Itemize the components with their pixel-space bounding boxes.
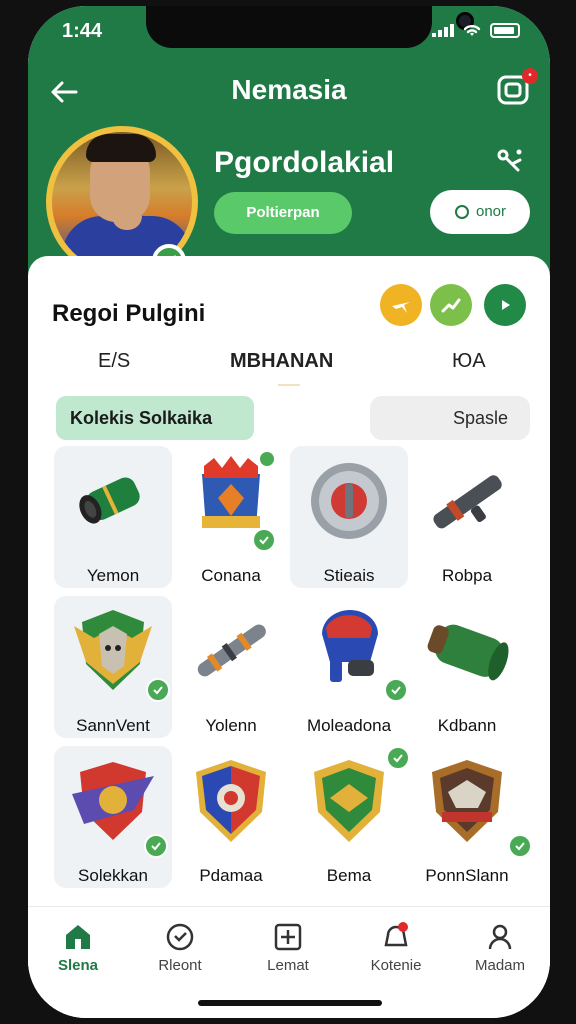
item-label: Moleadona [306, 716, 392, 735]
share-icon[interactable] [494, 144, 528, 178]
item-label: Pdamaa [199, 866, 263, 885]
item-label: Conana [201, 566, 261, 585]
home-indicator[interactable] [198, 1000, 382, 1006]
item-label: Yolenn [205, 716, 257, 735]
wifi-icon [463, 24, 481, 36]
nav-item-notifications[interactable]: Kotenie [356, 915, 436, 989]
list-item[interactable]: Robpa [408, 446, 526, 588]
add-box-icon [274, 923, 302, 951]
status-icons [432, 22, 520, 38]
tab-2[interactable]: MBHANAN [230, 350, 333, 373]
play-icon [502, 300, 510, 310]
list-item[interactable]: Solekkan [54, 746, 172, 888]
chart-icon [441, 298, 461, 313]
camera-badge-button[interactable]: • [496, 68, 538, 110]
screen: 1:44 Nemasia • Pgordolakial Poltierpan o… [28, 6, 550, 1018]
list-item[interactable]: Bema [290, 746, 410, 888]
signal-icon [432, 23, 454, 37]
nav-label-add: Lemat [267, 957, 309, 974]
owned-check-icon [258, 450, 276, 468]
item-image [79, 477, 140, 524]
item-image [427, 624, 509, 681]
nav-item-profile[interactable]: Madam [460, 915, 540, 989]
item-image [311, 463, 387, 539]
user-icon [488, 924, 512, 950]
home-icon [66, 925, 90, 949]
owned-check-icon [144, 834, 168, 858]
filter-chip-collection[interactable]: Kolekis Solkaika [56, 396, 254, 440]
notification-dot: • [522, 68, 538, 84]
nav-label-clock: Rleont [158, 957, 202, 974]
item-label: Solekkan [78, 866, 148, 885]
item-label: Stieais [323, 566, 375, 585]
list-item[interactable]: Yemon [54, 446, 172, 588]
item-image [433, 475, 502, 529]
action-button-play[interactable] [484, 284, 526, 326]
phone-frame: 1:44 Nemasia • Pgordolakial Poltierpan o… [0, 0, 576, 1024]
filter-chip-search[interactable]: Spasle [370, 396, 530, 440]
list-item[interactable]: SannVent [54, 596, 172, 738]
bell-icon [384, 922, 408, 947]
profile-subtitle: Regoi Pulgini [52, 300, 206, 327]
page-title: Nemasia [231, 74, 347, 105]
owned-check-icon [508, 834, 532, 858]
item-image [314, 760, 384, 842]
plane-icon [392, 302, 410, 313]
battery-icon [490, 22, 520, 38]
nav-item-clock[interactable]: Rleont [140, 915, 220, 989]
clock-icon [166, 923, 194, 951]
nav-label-profile: Madam [474, 957, 526, 974]
username: Pgordolakial [214, 146, 395, 179]
action-button-chart[interactable] [430, 284, 472, 326]
item-label: Bema [326, 866, 372, 885]
active-tab-indicator [278, 384, 300, 386]
list-item[interactable]: Conana [172, 446, 290, 588]
list-item[interactable]: Kdbann [408, 596, 526, 738]
list-item[interactable]: Pdamaa [172, 746, 290, 888]
nav-item-add[interactable]: Lemat [248, 915, 328, 989]
list-item[interactable]: PonnSlann [408, 746, 532, 888]
arrow-left-icon[interactable] [46, 74, 82, 110]
chat-icon [454, 205, 469, 219]
item-image [197, 624, 266, 677]
status-time: 1:44 [62, 20, 103, 42]
list-item[interactable]: Yolenn [172, 596, 290, 738]
owned-check-icon [252, 528, 276, 552]
chat-button-label: onor [475, 203, 507, 220]
tab-1[interactable]: E/S [98, 350, 130, 373]
nav-label-home: Slena [57, 957, 99, 974]
item-label: SannVent [76, 716, 150, 735]
nav-item-home[interactable]: Slena [38, 915, 118, 989]
nav-label-notifications: Kotenie [370, 957, 422, 974]
item-image [432, 760, 502, 842]
item-image [72, 762, 154, 840]
list-item[interactable]: Stieais [290, 446, 408, 588]
primary-pill-button[interactable]: Poltierpan [214, 192, 352, 234]
owned-check-icon [386, 746, 410, 770]
item-image [322, 610, 378, 682]
owned-check-icon [384, 678, 408, 702]
chat-button[interactable]: onor [430, 190, 530, 234]
owned-check-icon [146, 678, 170, 702]
action-button-plane[interactable] [380, 284, 422, 326]
item-grid: Yemon Conana Stieais Robpa SannVent Yole… [54, 446, 532, 906]
item-label: Yemon [86, 566, 140, 585]
notch [146, 6, 474, 48]
item-label: Kdbann [437, 716, 497, 735]
item-image [196, 760, 266, 842]
item-label: Robpa [441, 566, 493, 585]
tab-3[interactable]: ЮA [452, 350, 486, 373]
item-label: PonnSlann [425, 866, 509, 885]
list-item[interactable]: Moleadona [290, 596, 408, 738]
